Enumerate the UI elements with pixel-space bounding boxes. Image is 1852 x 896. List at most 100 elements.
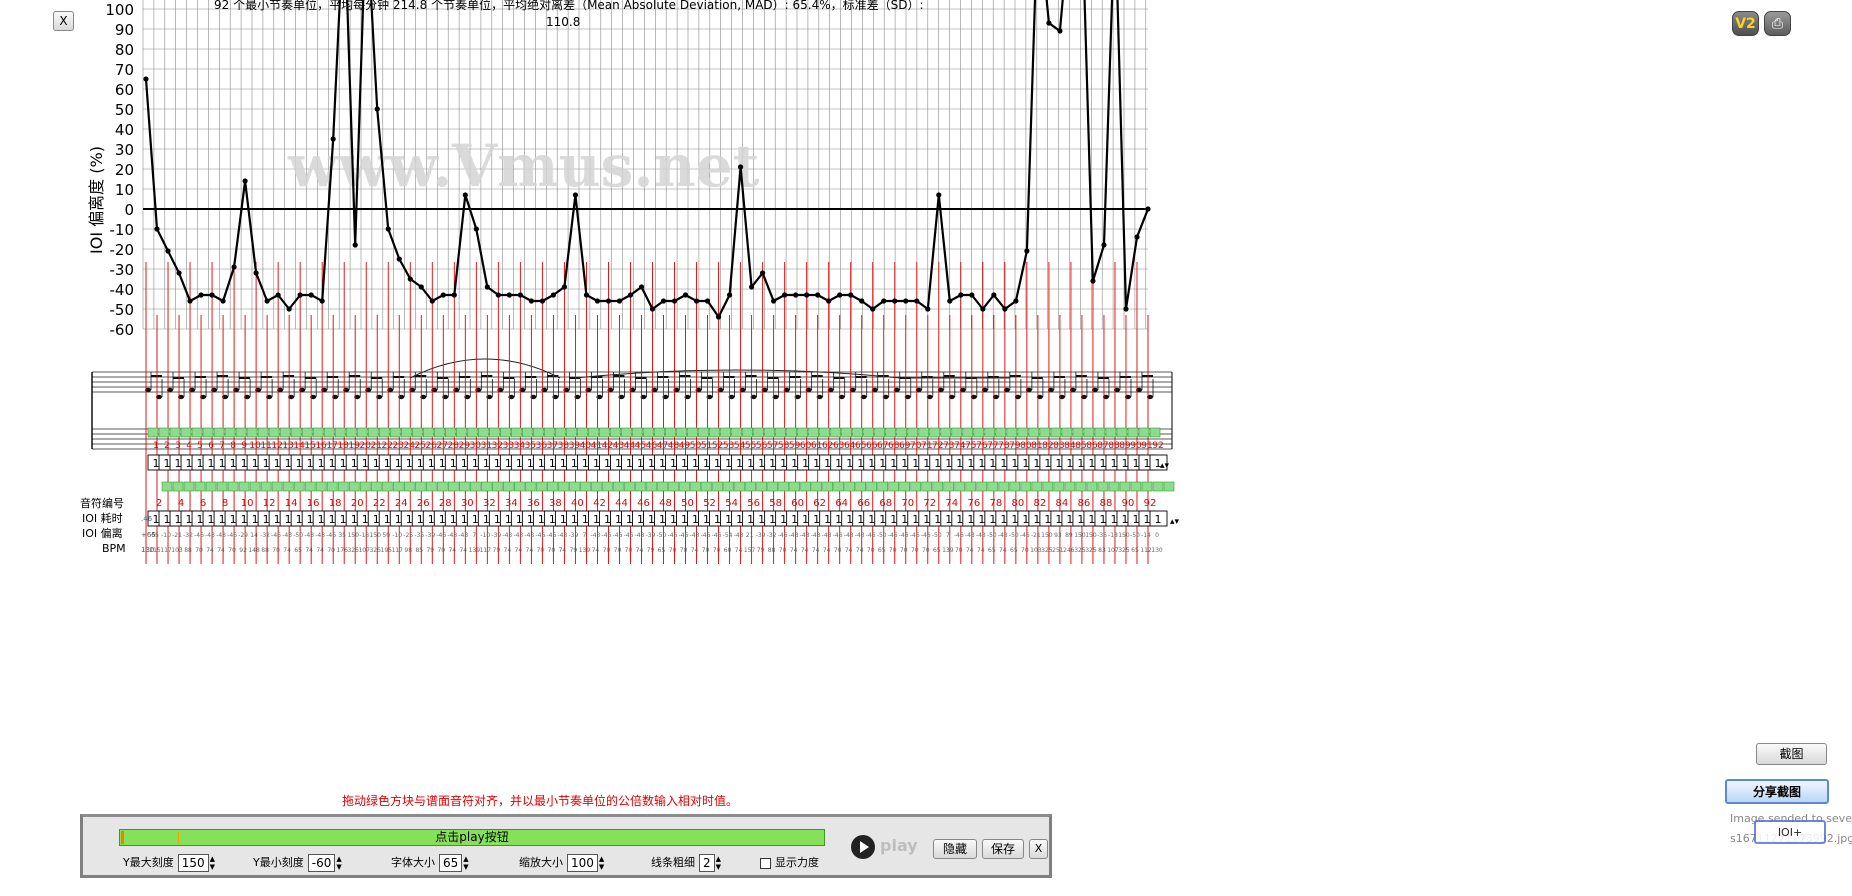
green-marker[interactable] <box>290 427 302 438</box>
green-marker[interactable] <box>778 481 789 492</box>
green-marker[interactable] <box>844 481 855 492</box>
green-marker[interactable] <box>1031 481 1043 492</box>
green-marker[interactable] <box>701 481 712 492</box>
green-marker[interactable] <box>1119 481 1131 492</box>
green-marker[interactable] <box>610 427 621 438</box>
green-marker[interactable] <box>998 481 1010 492</box>
green-marker[interactable] <box>503 481 514 492</box>
green-marker[interactable] <box>635 481 646 492</box>
green-marker[interactable] <box>238 481 250 492</box>
green-marker[interactable] <box>400 427 412 438</box>
y-max-input[interactable]: 150 <box>177 854 209 872</box>
green-marker[interactable] <box>293 481 305 492</box>
green-marker[interactable] <box>246 427 258 438</box>
green-marker[interactable] <box>279 427 291 438</box>
y-min-stepper[interactable]: ▲ ▼ <box>336 855 341 871</box>
green-marker[interactable] <box>249 481 261 492</box>
green-marker[interactable] <box>764 427 775 438</box>
green-marker[interactable] <box>422 427 434 438</box>
hide-button[interactable]: 隐藏 <box>933 839 977 859</box>
green-marker[interactable] <box>800 481 811 492</box>
green-marker[interactable] <box>863 427 875 438</box>
green-marker[interactable] <box>183 481 195 492</box>
green-marker[interactable] <box>356 427 368 438</box>
green-marker[interactable] <box>786 427 797 438</box>
green-marker[interactable] <box>334 427 346 438</box>
green-marker[interactable] <box>378 427 390 438</box>
green-marker[interactable] <box>525 481 536 492</box>
green-marker[interactable] <box>500 427 511 438</box>
green-marker[interactable] <box>326 481 338 492</box>
green-marker[interactable] <box>951 427 963 438</box>
green-marker[interactable] <box>411 427 423 438</box>
green-marker[interactable] <box>522 427 533 438</box>
green-marker[interactable] <box>433 427 445 438</box>
green-marker[interactable] <box>745 481 756 492</box>
green-marker[interactable] <box>624 481 635 492</box>
green-marker[interactable] <box>1039 427 1051 438</box>
show-force-checkbox[interactable]: 显示力度 <box>760 855 819 871</box>
green-marker[interactable] <box>481 481 492 492</box>
green-marker[interactable] <box>918 427 930 438</box>
green-marker[interactable] <box>194 481 206 492</box>
green-marker[interactable] <box>312 427 324 438</box>
green-marker[interactable] <box>447 481 459 492</box>
green-marker[interactable] <box>536 481 547 492</box>
green-marker[interactable] <box>458 481 470 492</box>
green-marker[interactable] <box>899 481 911 492</box>
green-marker[interactable] <box>1138 427 1150 438</box>
green-marker[interactable] <box>676 427 687 438</box>
print-icon[interactable]: ⎙ <box>1764 11 1791 36</box>
green-marker[interactable] <box>161 481 173 492</box>
font-size-stepper[interactable]: ▲ ▼ <box>463 855 468 871</box>
green-marker[interactable] <box>1028 427 1040 438</box>
green-marker[interactable] <box>205 481 217 492</box>
green-marker[interactable] <box>172 481 184 492</box>
green-marker[interactable] <box>932 481 944 492</box>
green-marker[interactable] <box>1017 427 1029 438</box>
green-marker[interactable] <box>632 427 643 438</box>
green-marker[interactable] <box>712 481 723 492</box>
green-marker[interactable] <box>907 427 919 438</box>
green-marker[interactable] <box>147 427 159 438</box>
green-marker[interactable] <box>580 481 591 492</box>
green-marker[interactable] <box>367 427 379 438</box>
green-marker[interactable] <box>654 427 665 438</box>
green-marker[interactable] <box>1130 481 1142 492</box>
green-marker[interactable] <box>533 427 544 438</box>
green-marker[interactable] <box>1006 427 1018 438</box>
green-marker[interactable] <box>191 427 203 438</box>
green-marker[interactable] <box>558 481 569 492</box>
green-marker[interactable] <box>811 481 822 492</box>
green-marker[interactable] <box>436 481 448 492</box>
green-marker[interactable] <box>940 427 952 438</box>
green-marker[interactable] <box>841 427 852 438</box>
green-marker[interactable] <box>599 427 610 438</box>
green-marker[interactable] <box>1105 427 1117 438</box>
green-marker[interactable] <box>775 427 786 438</box>
panel-close-button[interactable]: X <box>1029 839 1048 859</box>
green-marker[interactable] <box>544 427 555 438</box>
green-marker[interactable] <box>1141 481 1153 492</box>
green-marker[interactable] <box>566 427 577 438</box>
green-marker[interactable] <box>756 481 767 492</box>
green-marker[interactable] <box>690 481 701 492</box>
green-marker[interactable] <box>734 481 745 492</box>
green-marker[interactable] <box>1108 481 1120 492</box>
save-button[interactable]: 保存 <box>982 839 1024 859</box>
green-marker[interactable] <box>643 427 654 438</box>
green-marker[interactable] <box>158 427 170 438</box>
green-marker[interactable] <box>855 481 866 492</box>
green-marker[interactable] <box>403 481 415 492</box>
green-marker[interactable] <box>555 427 566 438</box>
green-marker[interactable] <box>874 427 886 438</box>
green-marker[interactable] <box>425 481 437 492</box>
green-marker[interactable] <box>489 427 500 438</box>
green-marker[interactable] <box>1050 427 1062 438</box>
play-icon[interactable] <box>851 835 875 859</box>
playback-progress-bar[interactable]: 点击play按钮 <box>119 829 825 846</box>
green-marker[interactable] <box>370 481 382 492</box>
green-marker[interactable] <box>444 427 456 438</box>
green-marker[interactable] <box>687 427 698 438</box>
green-marker[interactable] <box>1086 481 1098 492</box>
